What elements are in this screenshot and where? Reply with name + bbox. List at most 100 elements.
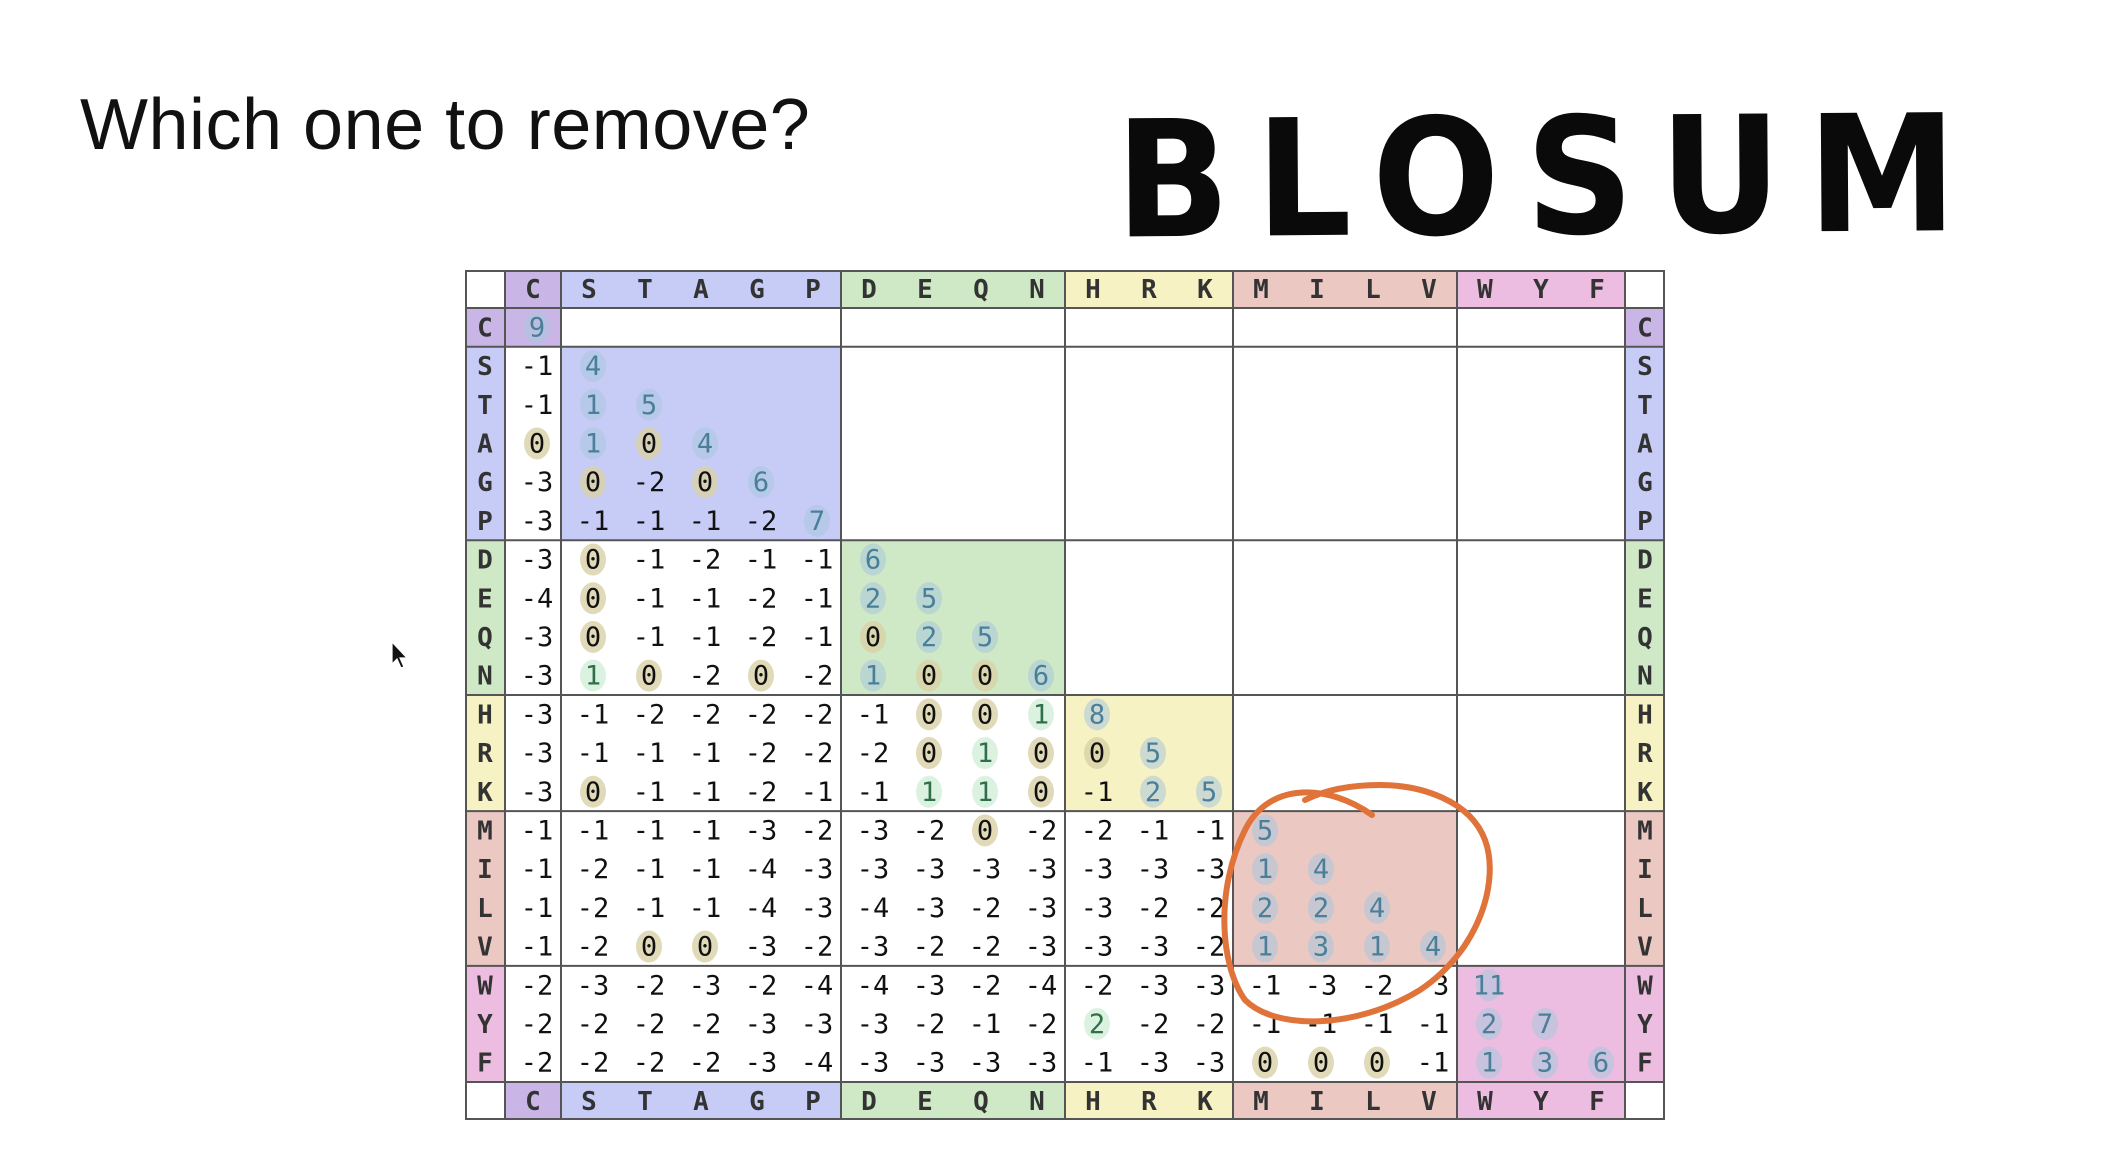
row-header-left-L: L <box>477 894 493 924</box>
matrix-cell-W-W: 11 <box>1473 970 1506 1001</box>
matrix-cell-F-M: 0 <box>1257 1048 1273 1079</box>
row-header-right-V: V <box>1637 933 1653 963</box>
matrix-cell-K-S: 0 <box>585 777 601 808</box>
matrix-cell-V-C: -1 <box>521 932 554 963</box>
matrix-cell-W-E: -3 <box>913 970 946 1001</box>
row-header-left-G: G <box>477 468 493 498</box>
matrix-cell-I-H: -3 <box>1081 854 1114 885</box>
matrix-cell-W-Q: -2 <box>969 970 1002 1001</box>
matrix-cell-I-E: -3 <box>913 854 946 885</box>
matrix-cell-G-G: 6 <box>753 467 769 498</box>
matrix-cell-S-S: 4 <box>585 351 601 382</box>
matrix-cell-F-T: -2 <box>633 1048 666 1079</box>
matrix-cell-G-A: 0 <box>697 467 713 498</box>
matrix-cell-S-C: -1 <box>521 351 554 382</box>
matrix-cell-I-D: -3 <box>857 854 890 885</box>
matrix-cell-L-P: -3 <box>801 893 834 924</box>
matrix-cell-F-L: 0 <box>1369 1048 1385 1079</box>
matrix-cell-P-G: -2 <box>745 506 778 537</box>
col-header-top-N: N <box>1029 275 1045 305</box>
matrix-cell-I-I: 4 <box>1313 854 1329 885</box>
matrix-cell-M-K: -1 <box>1193 815 1226 846</box>
matrix-cell-H-G: -2 <box>745 699 778 730</box>
matrix-cell-F-D: -3 <box>857 1048 890 1079</box>
matrix-cell-L-L: 4 <box>1369 893 1385 924</box>
row-header-right-R: R <box>1637 739 1653 769</box>
col-header-top-H: H <box>1085 275 1101 305</box>
row-header-right-M: M <box>1637 816 1653 846</box>
row-header-left-R: R <box>477 739 493 769</box>
matrix-cell-R-G: -2 <box>745 738 778 769</box>
col-header-bottom-T: T <box>637 1087 653 1117</box>
col-header-bottom-L: L <box>1365 1087 1381 1117</box>
col-header-bottom-M: M <box>1253 1087 1269 1117</box>
matrix-cell-F-I: 0 <box>1313 1048 1329 1079</box>
col-header-top-Y: Y <box>1533 275 1549 305</box>
matrix-cell-F-P: -4 <box>801 1048 834 1079</box>
matrix-cell-I-G: -4 <box>745 854 778 885</box>
matrix-cell-Q-T: -1 <box>633 622 666 653</box>
row-header-right-K: K <box>1637 778 1653 808</box>
matrix-cell-L-Q: -2 <box>969 893 1002 924</box>
matrix-cell-K-D: -1 <box>857 777 890 808</box>
col-header-bottom-K: K <box>1197 1087 1213 1117</box>
matrix-cell-M-G: -3 <box>745 815 778 846</box>
matrix-cell-K-K: 5 <box>1201 777 1217 808</box>
col-header-top-G: G <box>749 275 765 305</box>
matrix-cell-L-D: -4 <box>857 893 890 924</box>
matrix-cell-A-C: 0 <box>529 428 545 459</box>
row-header-left-S: S <box>477 352 493 382</box>
matrix-cell-W-C: -2 <box>521 970 554 1001</box>
col-header-top-K: K <box>1197 275 1213 305</box>
matrix-cell-M-C: -1 <box>521 815 554 846</box>
matrix-cell-E-G: -2 <box>745 583 778 614</box>
matrix-cell-V-P: -2 <box>801 932 834 963</box>
matrix-cell-M-H: -2 <box>1081 815 1114 846</box>
matrix-cell-I-T: -1 <box>633 854 666 885</box>
row-header-left-N: N <box>477 662 493 692</box>
row-header-right-D: D <box>1637 546 1653 576</box>
matrix-cell-F-A: -2 <box>689 1048 722 1079</box>
matrix-cell-L-S: -2 <box>577 893 610 924</box>
matrix-cell-V-D: -3 <box>857 932 890 963</box>
matrix-cell-L-G: -4 <box>745 893 778 924</box>
row-header-left-A: A <box>477 429 493 459</box>
matrix-cell-Y-G: -3 <box>745 1009 778 1040</box>
matrix-cell-D-D: 6 <box>865 545 881 576</box>
col-header-top-Q: Q <box>973 275 989 305</box>
matrix-cell-F-W: 1 <box>1481 1048 1497 1079</box>
matrix-cell-W-G: -2 <box>745 970 778 1001</box>
matrix-cell-L-K: -2 <box>1193 893 1226 924</box>
col-header-top-F: F <box>1589 275 1605 305</box>
row-header-left-E: E <box>477 584 493 614</box>
matrix-cell-H-Q: 0 <box>977 699 993 730</box>
col-header-bottom-E: E <box>917 1087 933 1117</box>
matrix-cell-F-N: -3 <box>1025 1048 1058 1079</box>
matrix-cell-W-R: -3 <box>1137 970 1170 1001</box>
row-header-right-S: S <box>1637 352 1653 382</box>
matrix-cell-Y-C: -2 <box>521 1009 554 1040</box>
matrix-cell-F-Q: -3 <box>969 1048 1002 1079</box>
matrix-cell-I-R: -3 <box>1137 854 1170 885</box>
matrix-cell-P-T: -1 <box>633 506 666 537</box>
matrix-cell-V-R: -3 <box>1137 932 1170 963</box>
col-header-top-L: L <box>1365 275 1381 305</box>
matrix-cell-T-S: 1 <box>585 390 601 421</box>
matrix-cell-W-M: -1 <box>1249 970 1282 1001</box>
matrix-cell-C-C: 9 <box>529 312 545 343</box>
matrix-cell-Y-S: -2 <box>577 1009 610 1040</box>
matrix-cell-V-L: 1 <box>1369 932 1385 963</box>
matrix-cell-W-T: -2 <box>633 970 666 1001</box>
row-header-right-Y: Y <box>1637 1010 1653 1040</box>
matrix-cell-Q-S: 0 <box>585 622 601 653</box>
row-header-left-K: K <box>477 778 493 808</box>
row-header-right-G: G <box>1637 468 1653 498</box>
matrix-cell-K-T: -1 <box>633 777 666 808</box>
matrix-cell-V-I: 3 <box>1313 932 1329 963</box>
matrix-cell-W-P: -4 <box>801 970 834 1001</box>
matrix-cell-W-A: -3 <box>689 970 722 1001</box>
matrix-cell-R-C: -3 <box>521 738 554 769</box>
matrix-cell-A-S: 1 <box>585 428 601 459</box>
matrix-cell-Y-A: -2 <box>689 1009 722 1040</box>
row-header-right-A: A <box>1637 429 1653 459</box>
